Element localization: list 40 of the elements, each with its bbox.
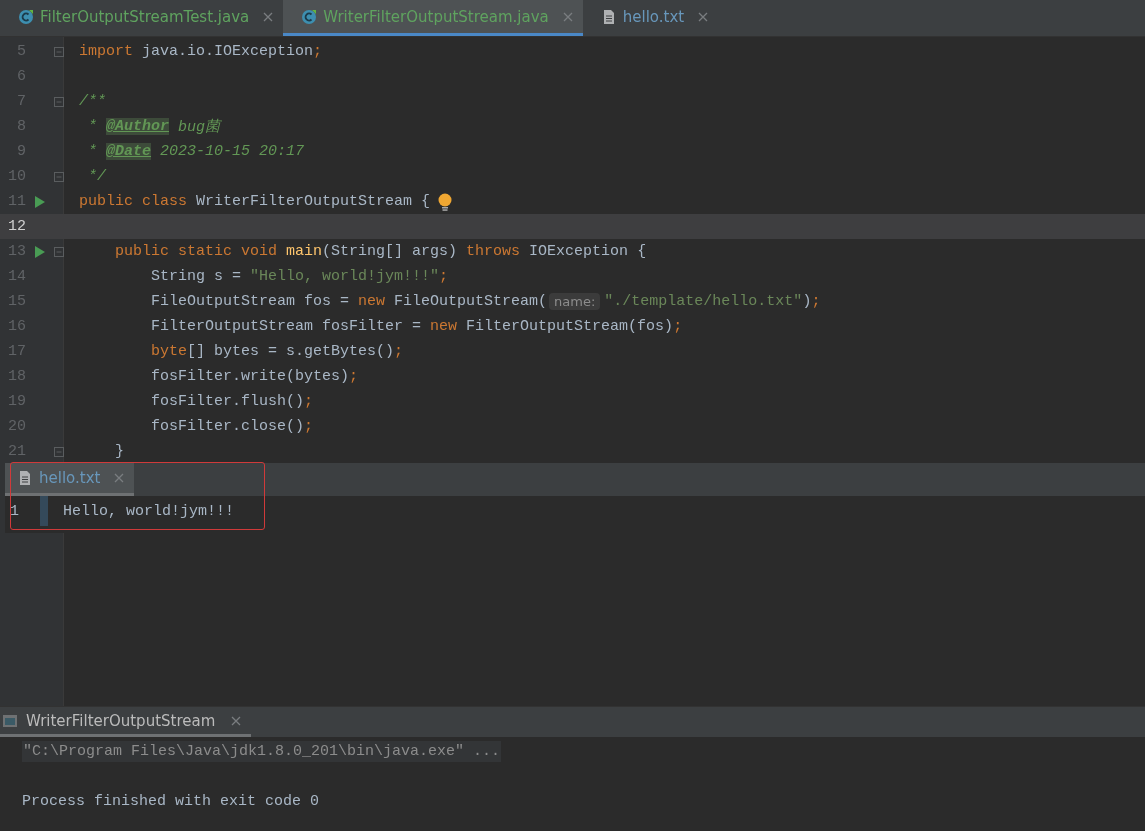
code-line: * @Author bug菌: [87, 117, 221, 136]
code-line: public class WriterFilterOutputStream {: [79, 193, 431, 210]
fold-icon[interactable]: [54, 171, 64, 182]
code-line: * @Date 2023-10-15 20:17: [87, 143, 305, 160]
class-file-icon: [18, 8, 34, 25]
preview-file-tab[interactable]: hello.txt: [5, 463, 135, 496]
close-icon[interactable]: [263, 11, 274, 22]
fold-icon[interactable]: [54, 46, 64, 57]
code-line: }: [114, 443, 124, 460]
lightbulb-icon[interactable]: [438, 192, 453, 211]
code-line: */: [87, 168, 106, 185]
close-icon[interactable]: [698, 11, 709, 22]
code-line: fosFilter.flush();: [150, 393, 314, 410]
file-tab[interactable]: hello.txt: [582, 0, 719, 36]
file-tab[interactable]: FilterOutputStreamTest.java: [0, 0, 284, 36]
text-file-icon: [17, 470, 33, 486]
code-line: FilterOutputStream fosFilter = new FilterOutputStream(fos);: [150, 318, 683, 335]
code-line: String s = "Hello, world!jym!!!";: [150, 268, 449, 285]
close-icon[interactable]: [114, 473, 125, 483]
fold-icon[interactable]: [54, 246, 64, 257]
code-line: fosFilter.write(bytes);: [150, 368, 359, 385]
run-icon[interactable]: [35, 195, 45, 208]
run-icon[interactable]: [35, 245, 45, 258]
code-line: import java.io.IOException;: [79, 43, 323, 60]
fold-icon[interactable]: [54, 446, 64, 457]
line-number: 1: [9, 502, 20, 520]
file-tab[interactable]: WriterFilterOutputStream.java: [283, 0, 583, 36]
code-line: Hello, world!jym!!!: [63, 502, 235, 520]
console-icon: [2, 712, 18, 729]
class-file-icon: [301, 8, 318, 25]
code-line: /**: [79, 93, 106, 110]
gutter-marker: [40, 496, 48, 526]
code-line: fosFilter.close();: [150, 418, 314, 435]
code-line: public static void main(String[] args) throws IOException {: [114, 243, 647, 260]
code-line: FileOutputStream fos = new FileOutputStream( name: "./template/hello.txt");: [150, 293, 821, 310]
close-icon[interactable]: [562, 11, 573, 22]
fold-icon[interactable]: [54, 96, 64, 107]
close-icon[interactable]: [231, 715, 242, 726]
code-line: byte[] bytes = s.getBytes();: [150, 343, 404, 360]
console-output-line: Process finished with exit code 0: [22, 793, 320, 810]
